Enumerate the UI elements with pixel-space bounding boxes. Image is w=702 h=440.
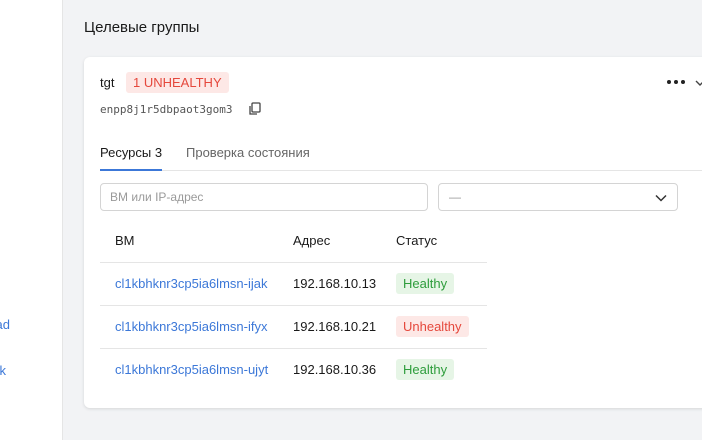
more-actions-icon[interactable] [667, 77, 685, 87]
tab-resources-label: Ресурсы 3 [100, 145, 163, 160]
status-badge: Unhealthy [396, 316, 469, 337]
vm-address: 192.168.10.13 [293, 276, 377, 291]
target-group-id: enpp8j1r5dbpaot3gom3 [100, 103, 233, 116]
status-badge: Healthy [396, 359, 455, 380]
chevron-down-icon [655, 194, 667, 202]
vm-address: 192.168.10.21 [293, 319, 377, 334]
section-title: Целевые группы [84, 19, 200, 36]
status-filter-value: — [449, 190, 461, 204]
vm-link[interactable]: cl1kbhknr3cp5ia6lmsn-ujyt [115, 362, 268, 377]
target-group-name: tgt [100, 75, 115, 90]
tab-health-check[interactable]: Проверка состояния [186, 145, 310, 160]
vm-address: 192.168.10.36 [293, 362, 377, 377]
tabs: Ресурсы 3 Проверка состояния [100, 137, 702, 171]
status-filter-select[interactable]: — [438, 183, 678, 211]
table-row: cl1kbhknr3cp5ia6lmsn-ujyt 192.168.10.36 … [100, 348, 487, 391]
vm-link[interactable]: cl1kbhknr3cp5ia6lmsn-ifyx [115, 319, 267, 334]
table-row: cl1kbhknr3cp5ia6lmsn-ifyx 192.168.10.21 … [100, 305, 487, 348]
main-content: Целевые группы tgt 1 UNHEALTHY enpp8j1r5… [64, 0, 702, 440]
copy-icon[interactable] [248, 102, 262, 116]
sidebar-link-partial-2[interactable]: k [0, 363, 6, 378]
tab-health-check-label: Проверка состояния [186, 145, 310, 160]
vm-link[interactable]: cl1kbhknr3cp5ia6lmsn-ijak [115, 276, 267, 291]
active-tab-indicator [100, 169, 162, 171]
search-input[interactable] [100, 183, 428, 211]
column-header-address: Адрес [293, 233, 331, 248]
column-header-vm: ВМ [115, 233, 135, 248]
target-group-card: tgt 1 UNHEALTHY enpp8j1r5dbpaot3gom3 Рес… [84, 57, 702, 408]
status-badge: Healthy [396, 273, 455, 294]
chevron-down-icon[interactable] [695, 79, 702, 87]
sidebar: ad k [0, 0, 63, 440]
unhealthy-count-badge: 1 UNHEALTHY [126, 72, 229, 93]
column-header-status: Статус [396, 233, 438, 248]
tab-resources[interactable]: Ресурсы 3 [100, 145, 162, 160]
table-row: cl1kbhknr3cp5ia6lmsn-ijak 192.168.10.13 … [100, 262, 487, 305]
sidebar-link-partial-1[interactable]: ad [0, 317, 10, 332]
